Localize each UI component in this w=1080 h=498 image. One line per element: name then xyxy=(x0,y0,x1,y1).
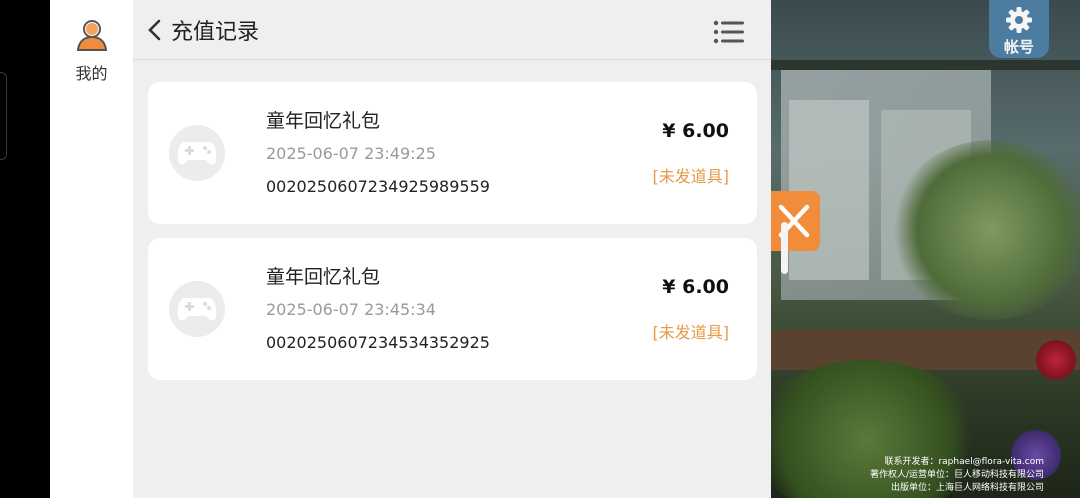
account-button[interactable]: 帐号 xyxy=(989,0,1049,58)
edge-handle[interactable] xyxy=(0,72,7,160)
scene-window-pane xyxy=(789,100,869,280)
copyright-line: 著作权人/运营单位：巨人移动科技有限公司 xyxy=(869,470,1044,480)
recharge-record-card[interactable]: 童年回忆礼包 2025-06-07 23:45:34 0020250607234… xyxy=(148,238,757,380)
copyright-line: 联系开发者：raphael@flora-vita.com xyxy=(884,457,1044,467)
back-arrow-icon xyxy=(148,19,161,41)
recharge-record-card[interactable]: 童年回忆礼包 2025-06-07 23:49:25 0020250607234… xyxy=(148,82,757,224)
scroll-handle[interactable] xyxy=(781,222,788,274)
scene-foliage xyxy=(891,140,1080,320)
item-status: [未发道具] xyxy=(652,323,730,342)
item-order-number: 0020250607234925989559 xyxy=(266,177,490,196)
gear-icon xyxy=(1006,7,1032,33)
menu-button[interactable] xyxy=(713,19,745,45)
scene-beam xyxy=(771,60,1080,70)
item-price: ¥ 6.00 xyxy=(662,120,729,142)
screen-bezel xyxy=(0,0,50,498)
scene-deck xyxy=(771,330,1080,370)
menu-list-icon xyxy=(713,20,744,44)
close-panel-button[interactable] xyxy=(771,191,820,251)
item-order-number: 0020250607234534352925 xyxy=(266,333,490,352)
gamepad-icon xyxy=(169,281,225,337)
account-button-label: 帐号 xyxy=(1003,38,1034,56)
item-price: ¥ 6.00 xyxy=(662,276,729,298)
item-name: 童年回忆礼包 xyxy=(266,266,381,288)
item-status: [未发道具] xyxy=(652,167,730,186)
user-icon xyxy=(50,18,133,52)
game-background xyxy=(771,0,1080,498)
item-name: 童年回忆礼包 xyxy=(266,110,381,132)
item-time: 2025-06-07 23:45:34 xyxy=(266,300,436,319)
item-time: 2025-06-07 23:49:25 xyxy=(266,144,436,163)
gamepad-icon xyxy=(169,125,225,181)
side-nav: 我的 xyxy=(50,0,133,498)
scene-flowers xyxy=(1036,340,1076,380)
page-title: 充值记录 xyxy=(171,20,260,45)
panel-header: 充值记录 xyxy=(133,0,771,60)
nav-item-me-label: 我的 xyxy=(75,64,108,83)
copyright-notice: 联系开发者：raphael@flora-vita.com 著作权人/运营单位：巨… xyxy=(870,456,1044,495)
copyright-line: 出版单位：上海巨人网络科技有限公司 xyxy=(890,483,1044,493)
back-button[interactable] xyxy=(141,16,169,44)
recharge-panel: 充值记录 童年回忆礼包 2025-06-07 23:49:25 00202506… xyxy=(133,0,771,498)
nav-item-me[interactable]: 我的 xyxy=(50,18,133,84)
